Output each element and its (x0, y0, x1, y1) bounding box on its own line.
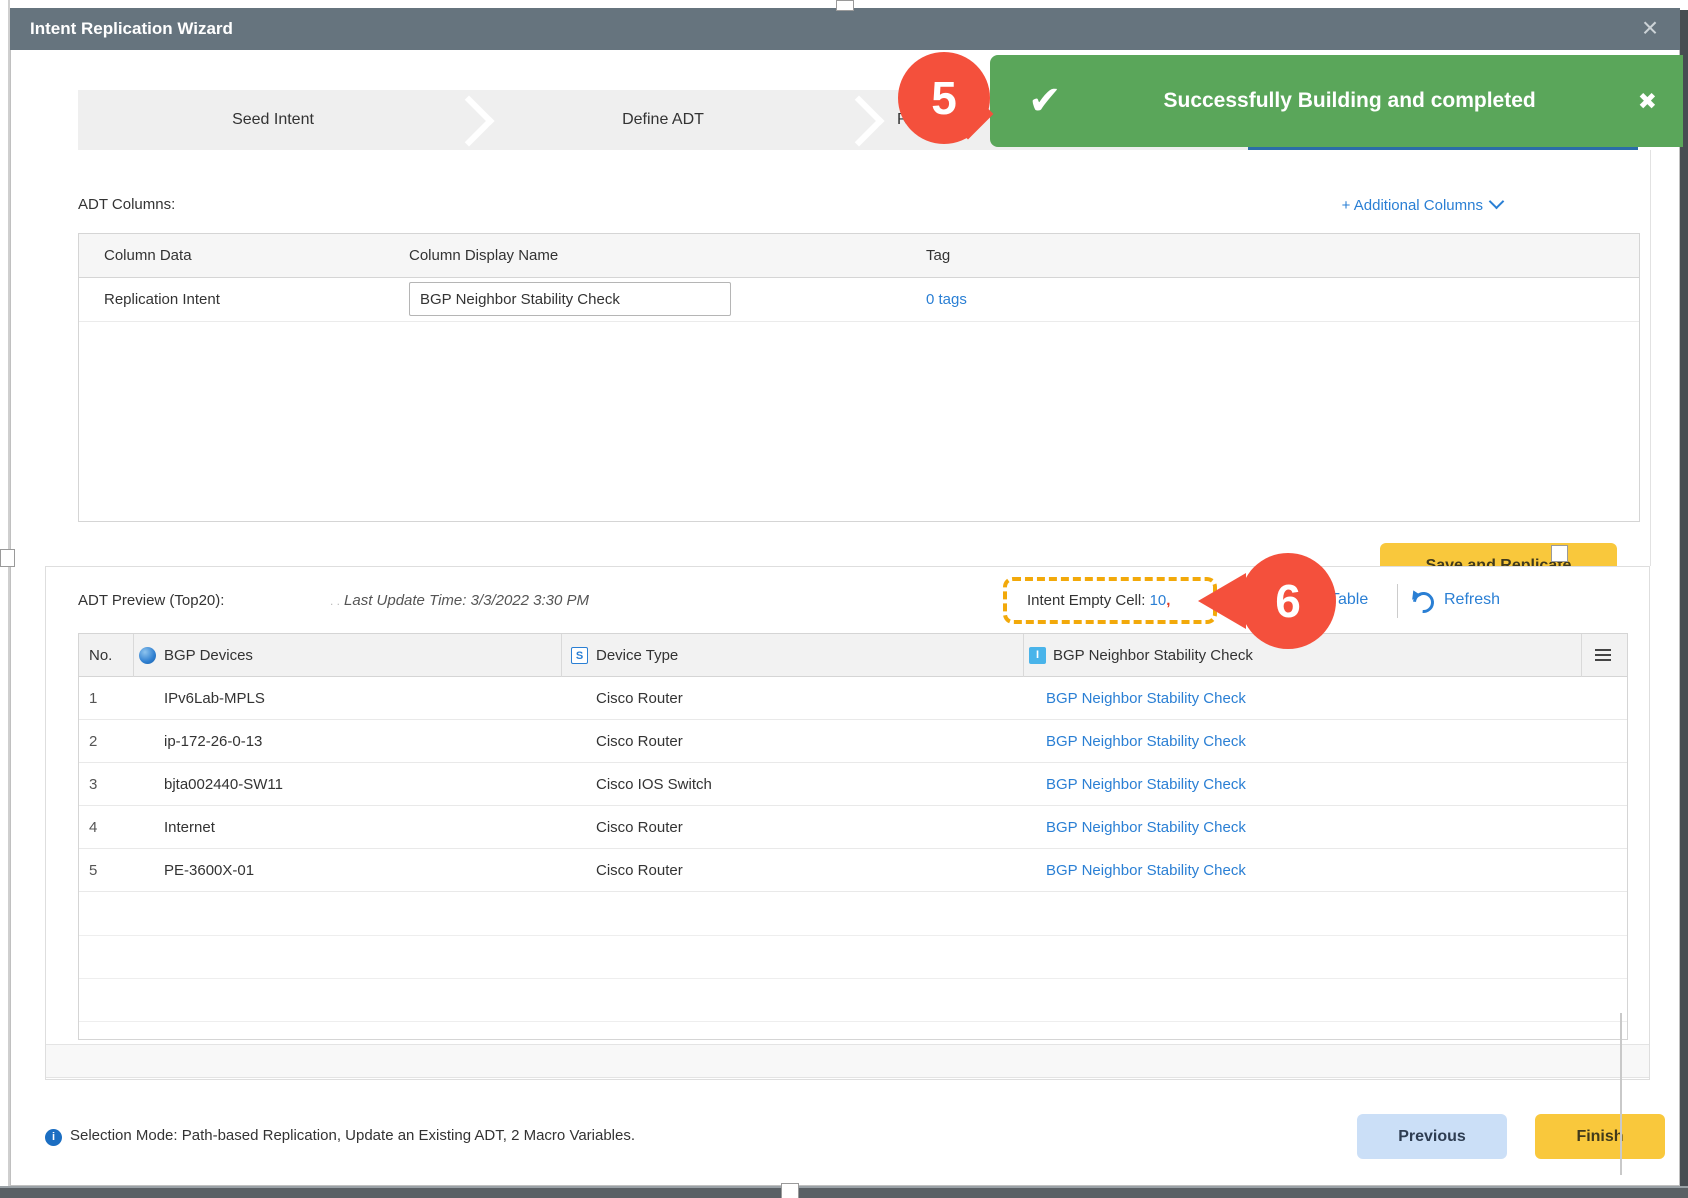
row-device: ip-172-26-0-13 (164, 720, 262, 763)
header-device-type[interactable]: Device Type (596, 634, 678, 677)
selection-handle-right[interactable] (1551, 545, 1568, 562)
dialog-titlebar (10, 8, 1680, 50)
empty-row-separator (79, 935, 1627, 936)
last-update-dots: . . (330, 594, 340, 608)
info-icon: i (45, 1129, 62, 1146)
row-device: bjta002440-SW11 (164, 763, 283, 806)
table-row: 3 bjta002440-SW11 Cisco IOS Switch BGP N… (79, 763, 1627, 806)
preview-table-header: No. BGP Devices S Device Type I BGP Neig… (79, 634, 1627, 677)
row-intent-link[interactable]: BGP Neighbor Stability Check (1046, 849, 1246, 892)
table-row: 1 IPv6Lab-MPLS Cisco Router BGP Neighbor… (79, 677, 1627, 720)
table-row: 5 PE-3600X-01 Cisco Router BGP Neighbor … (79, 849, 1627, 892)
column-display-name-input[interactable] (409, 282, 731, 316)
chevron-down-icon (1489, 194, 1505, 210)
adt-columns-table-header: Column Data Column Display Name Tag (79, 234, 1639, 278)
callout-5-badge: 5 (898, 52, 990, 144)
row-no: 4 (89, 806, 97, 849)
window-bottom-edge (0, 1186, 1688, 1198)
adt-preview-label: ADT Preview (Top20): (78, 592, 224, 609)
intent-empty-cell: Intent Empty Cell: 10, (1027, 592, 1170, 609)
row-device-type: Cisco Router (596, 720, 683, 763)
active-step-indicator (1248, 147, 1638, 150)
table-row: 4 Internet Cisco Router BGP Neighbor Sta… (79, 806, 1627, 849)
row-device: PE-3600X-01 (164, 849, 254, 892)
header-no: No. (89, 634, 112, 677)
toast-message: Successfully Building and completed (1062, 89, 1638, 113)
bgp-devices-icon (139, 647, 156, 664)
selection-handle-top[interactable] (836, 0, 854, 11)
finish-button[interactable]: Finish (1535, 1114, 1665, 1159)
window-right-edge (1680, 10, 1688, 1198)
content-right-border (1650, 150, 1651, 566)
intent-empty-cell-label: Intent Empty Cell: (1027, 592, 1145, 609)
close-icon[interactable]: × (1630, 8, 1670, 50)
row-device: Internet (164, 806, 215, 849)
row-no: 2 (89, 720, 97, 763)
toast-close-icon[interactable]: ✖ (1638, 88, 1657, 115)
row-no: 3 (89, 763, 97, 806)
selection-handle-left[interactable] (0, 549, 15, 567)
row-intent-link[interactable]: BGP Neighbor Stability Check (1046, 720, 1246, 763)
check-icon: ✔ (1028, 78, 1062, 124)
previous-button[interactable]: Previous (1357, 1114, 1507, 1159)
empty-row-separator (79, 1021, 1627, 1022)
adt-preview-table: No. BGP Devices S Device Type I BGP Neig… (78, 633, 1628, 1040)
refresh-link[interactable]: Refresh (1444, 591, 1500, 609)
additional-columns-label[interactable]: + Additional Columns (1342, 197, 1483, 214)
header-bgp-devices[interactable]: BGP Devices (164, 634, 253, 677)
dialog-title: Intent Replication Wizard (30, 8, 233, 50)
adt-columns-row: Replication Intent 0 tags (79, 278, 1639, 322)
callout-6-badge: 6 (1240, 553, 1336, 649)
screenshot-root: Intent Replication Wizard × Seed Intent … (0, 0, 1688, 1198)
intent-empty-cell-value: 10 (1150, 592, 1167, 609)
row-no: 5 (89, 849, 97, 892)
success-toast: ✔ Successfully Building and completed ✖ (990, 55, 1683, 147)
table-row: 2 ip-172-26-0-13 Cisco Router BGP Neighb… (79, 720, 1627, 763)
callout-6-arrow-icon (1198, 573, 1246, 629)
row-device-type: Cisco IOS Switch (596, 763, 712, 806)
empty-row-separator (79, 978, 1627, 979)
selection-mode-note: Selection Mode: Path-based Replication, … (70, 1127, 635, 1144)
step-define-adt[interactable]: Define ADT (468, 90, 858, 150)
last-update-text: Last Update Time: 3/3/2022 3:30 PM (344, 592, 589, 609)
row-intent-link[interactable]: BGP Neighbor Stability Check (1046, 763, 1246, 806)
header-column-data: Column Data (104, 234, 192, 278)
row-device-type: Cisco Router (596, 677, 683, 720)
additional-columns-link[interactable]: + Additional Columns (1280, 196, 1502, 214)
horizontal-scrollbar[interactable] (46, 1044, 1649, 1078)
string-type-icon: S (571, 647, 588, 664)
selection-line-artifact (1620, 1013, 1622, 1175)
row-device: IPv6Lab-MPLS (164, 677, 265, 720)
adt-columns-table: Column Data Column Display Name Tag Repl… (78, 233, 1640, 522)
row-intent-link[interactable]: BGP Neighbor Stability Check (1046, 677, 1246, 720)
step-seed-intent[interactable]: Seed Intent (78, 90, 468, 150)
row-device-type: Cisco Router (596, 806, 683, 849)
column-menu-icon[interactable] (1595, 649, 1611, 662)
last-update-time: . . Last Update Time: 3/3/2022 3:30 PM (330, 592, 589, 609)
header-tag: Tag (926, 234, 950, 278)
adt-columns-label: ADT Columns: (78, 196, 175, 213)
intent-type-icon: I (1029, 647, 1046, 664)
row-device-type: Cisco Router (596, 849, 683, 892)
row-intent-link[interactable]: BGP Neighbor Stability Check (1046, 806, 1246, 849)
header-intent-column[interactable]: BGP Neighbor Stability Check (1053, 634, 1253, 677)
row-no: 1 (89, 677, 97, 720)
selection-handle-bottom[interactable] (781, 1183, 799, 1198)
tags-link[interactable]: 0 tags (926, 278, 967, 322)
toolbar-divider (1397, 584, 1398, 618)
annotation-mark: , (1166, 592, 1170, 609)
header-column-display-name: Column Display Name (409, 234, 558, 278)
column-data-value: Replication Intent (104, 278, 220, 322)
